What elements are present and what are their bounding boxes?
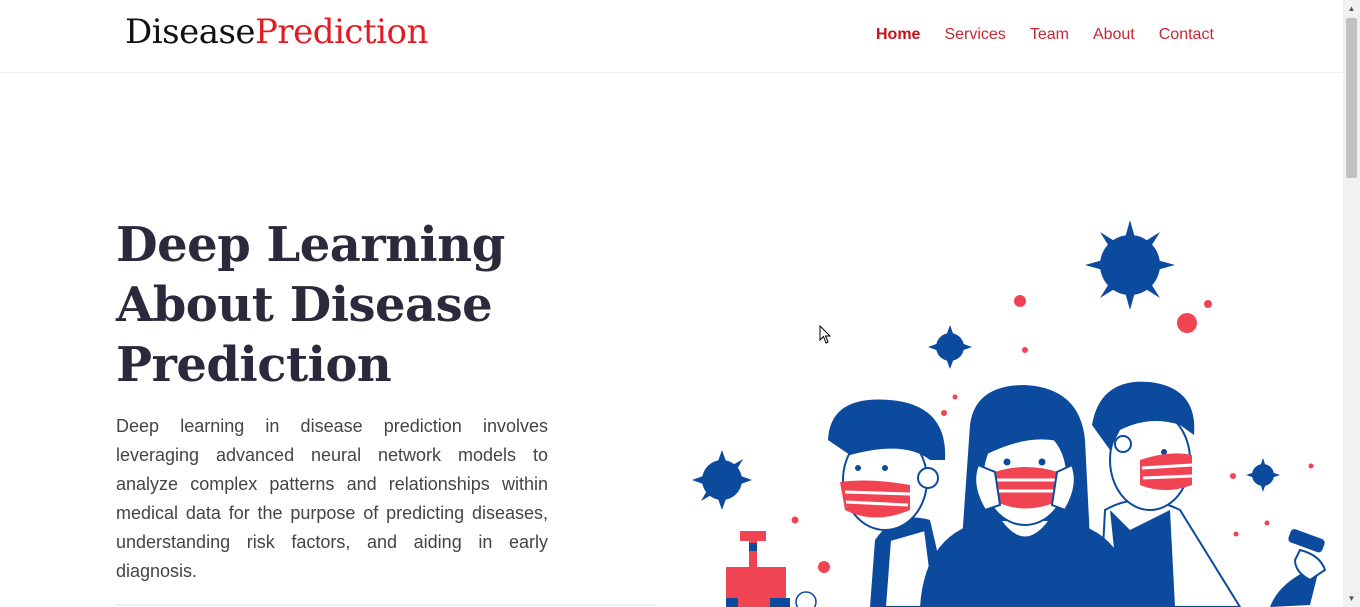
scroll-thumb[interactable] xyxy=(1346,18,1357,178)
main-nav: Home Services Team About Contact xyxy=(876,26,1238,44)
virus-icon xyxy=(1085,220,1175,310)
hero-illustration xyxy=(692,220,1327,607)
virus-icon xyxy=(692,450,752,510)
mouse-pointer-icon xyxy=(819,324,833,350)
site-header: DiseasePrediction Home Services Team Abo… xyxy=(0,0,1343,73)
brand-logo-second: Prediction xyxy=(255,12,428,52)
virus-icon xyxy=(928,325,972,369)
nav-contact[interactable]: Contact xyxy=(1159,26,1214,44)
brand-logo[interactable]: DiseasePrediction xyxy=(125,12,428,52)
scroll-up-arrow-icon[interactable]: ▲ xyxy=(1343,0,1360,17)
brand-logo-first: Disease xyxy=(125,12,256,52)
nav-services[interactable]: Services xyxy=(944,26,1005,44)
nav-team[interactable]: Team xyxy=(1030,26,1069,44)
nav-home[interactable]: Home xyxy=(876,26,920,44)
page-scrollbar[interactable]: ▲ ▼ xyxy=(1343,0,1360,607)
hero-divider xyxy=(116,604,656,606)
hero-description: Deep learning in disease prediction invo… xyxy=(116,416,548,581)
water-tap xyxy=(726,531,817,607)
virus-icon xyxy=(1246,458,1280,492)
hero-title: Deep Learning About Disease Prediction xyxy=(116,217,505,393)
person-right xyxy=(1092,381,1327,607)
scroll-down-arrow-icon[interactable]: ▼ xyxy=(1343,590,1360,607)
nav-about[interactable]: About xyxy=(1093,26,1135,44)
